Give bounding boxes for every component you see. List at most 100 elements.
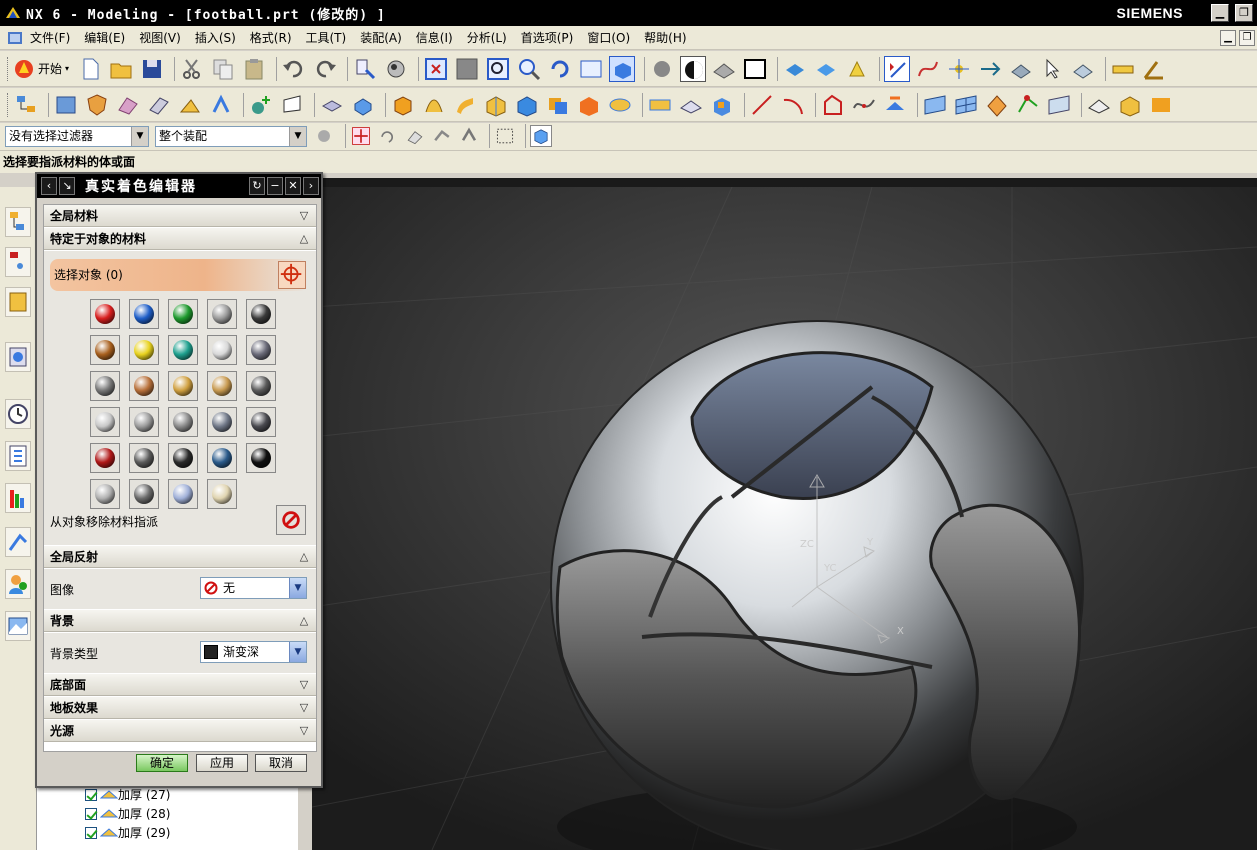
zoom-icon[interactable] (516, 56, 542, 82)
material-swatch[interactable] (129, 371, 159, 401)
revolve-icon[interactable] (350, 92, 376, 118)
save-icon[interactable] (139, 56, 165, 82)
material-swatch[interactable] (90, 335, 120, 365)
info-icon[interactable] (352, 56, 378, 82)
angle-icon[interactable] (1141, 56, 1167, 82)
checkbox-icon[interactable] (85, 788, 97, 801)
blend-icon[interactable] (115, 92, 141, 118)
project-curve-icon[interactable] (882, 92, 908, 118)
material-swatch[interactable] (168, 299, 198, 329)
material-swatch[interactable] (90, 407, 120, 437)
rotate-icon[interactable] (547, 56, 573, 82)
system-materials-tab[interactable] (5, 441, 31, 471)
web-browser-tab[interactable] (5, 342, 31, 372)
menu-file[interactable]: 文件(F) (30, 29, 70, 46)
tree-item[interactable]: 加厚 (28) (37, 804, 298, 823)
menu-analysis[interactable]: 分析(L) (467, 29, 507, 46)
material-swatch[interactable] (129, 335, 159, 365)
select-all-icon[interactable] (458, 125, 480, 147)
face-analysis-icon[interactable] (1046, 92, 1072, 118)
copy-icon[interactable] (210, 56, 236, 82)
history-tab[interactable] (5, 399, 31, 429)
light-icon[interactable] (1148, 92, 1174, 118)
pointer-icon[interactable] (1039, 56, 1065, 82)
material-swatch[interactable] (90, 371, 120, 401)
book-icon[interactable] (53, 92, 79, 118)
menu-help[interactable]: 帮助(H) (644, 29, 686, 46)
mdi-minimize-button[interactable]: ▁ (1220, 30, 1236, 46)
chevron-left-icon[interactable]: ‹ (41, 177, 57, 195)
material-swatch[interactable] (168, 443, 198, 473)
swept-surface-icon[interactable] (984, 92, 1010, 118)
section-global-reflection[interactable]: 全局反射 △ (44, 546, 316, 568)
hd3d-tab[interactable] (5, 483, 31, 513)
edit-feature-icon[interactable] (146, 92, 172, 118)
menu-window[interactable]: 窗口(O) (587, 29, 630, 46)
material-swatch[interactable] (246, 335, 276, 365)
menu-preferences[interactable]: 首选项(P) (521, 29, 574, 46)
plane-icon[interactable] (1008, 56, 1034, 82)
chevron-up-icon[interactable]: △ (296, 231, 312, 247)
material-swatch[interactable] (129, 299, 159, 329)
toolbar-grip[interactable] (7, 92, 10, 117)
chevron-down-icon[interactable]: ▽ (296, 677, 312, 693)
material-swatch[interactable] (168, 479, 198, 509)
menu-edit[interactable]: 编辑(E) (84, 29, 125, 46)
chevron-up-icon[interactable]: △ (296, 549, 312, 565)
chevron-down-icon[interactable]: ▽ (296, 723, 312, 739)
curve-icon[interactable] (915, 56, 941, 82)
open-file-icon[interactable] (108, 56, 134, 82)
reset-icon[interactable]: ↻ (249, 177, 265, 195)
material-swatch[interactable] (168, 335, 198, 365)
profile-icon[interactable] (820, 92, 846, 118)
shaded-view-icon[interactable] (609, 55, 636, 82)
material-swatch[interactable] (129, 479, 159, 509)
pan-icon[interactable] (578, 56, 604, 82)
material-swatch[interactable] (246, 407, 276, 437)
section-global-material[interactable]: 全局材料 ▽ (44, 205, 316, 227)
material-swatch[interactable] (207, 299, 237, 329)
material-swatch[interactable] (207, 443, 237, 473)
redo-icon[interactable] (312, 56, 338, 82)
cancel-button[interactable]: 取消 (255, 754, 307, 772)
background-color-icon[interactable] (742, 56, 768, 82)
close-icon[interactable]: ✕ (285, 177, 301, 195)
background-type-dropdown[interactable]: 渐变深 ▼ (200, 641, 307, 663)
selection-scope-dropdown[interactable]: 整个装配 ▼ (155, 126, 307, 147)
part-navigator-tab[interactable] (5, 247, 31, 277)
assembly-navigator-tab[interactable] (5, 207, 31, 237)
datum-plane-icon[interactable] (279, 92, 305, 118)
section-background[interactable]: 背景 △ (44, 610, 316, 632)
mesh-surface-icon[interactable] (953, 92, 979, 118)
material-swatch[interactable] (246, 299, 276, 329)
material-swatch[interactable] (207, 479, 237, 509)
select-object-row[interactable]: 选择对象 (0) (50, 259, 308, 291)
extrude-icon[interactable] (319, 92, 345, 118)
material-swatch[interactable] (129, 407, 159, 437)
move-object-icon[interactable] (208, 92, 234, 118)
shell-icon[interactable] (514, 92, 540, 118)
arc-icon[interactable] (780, 92, 806, 118)
trim-body-icon[interactable] (576, 92, 602, 118)
surface-icon[interactable] (922, 92, 948, 118)
new-file-icon[interactable] (77, 56, 103, 82)
palettes-tab[interactable] (5, 611, 31, 641)
type-filter-dropdown[interactable]: 没有选择过滤器 ▼ (5, 126, 149, 147)
menu-assembly[interactable]: 装配(A) (360, 29, 402, 46)
remove-material-button[interactable] (276, 505, 306, 535)
material-swatch[interactable] (129, 443, 159, 473)
eraser-icon[interactable] (404, 125, 426, 147)
zoom-window-icon[interactable] (485, 56, 511, 82)
menu-view[interactable]: 视图(V) (139, 29, 181, 46)
quick-pick-icon[interactable] (431, 125, 453, 147)
filter-icon[interactable] (1070, 56, 1096, 82)
zoom-area-icon[interactable] (454, 56, 480, 82)
chevron-down-icon[interactable]: ▽ (296, 700, 312, 716)
dialog-title-bar[interactable]: ‹ ↘ 真实着色编辑器 ↻ − ✕ › (37, 174, 321, 198)
measure-icon[interactable] (1110, 56, 1136, 82)
section-object-material[interactable]: 特定于对象的材料 △ (44, 228, 316, 250)
restore-button[interactable]: ❐ (1235, 4, 1253, 22)
reset-filter-icon[interactable] (313, 125, 335, 147)
chevron-down-icon[interactable]: ▽ (296, 208, 312, 224)
rectangle-select-icon[interactable] (494, 125, 516, 147)
